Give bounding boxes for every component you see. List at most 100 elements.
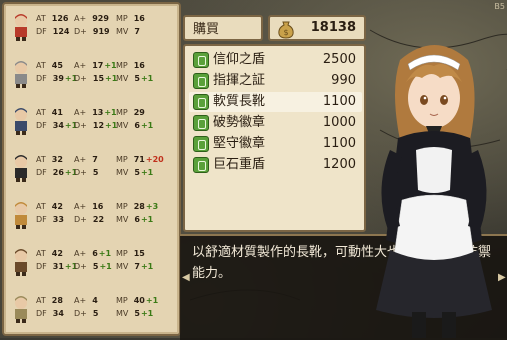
- stat-value: 5: [134, 168, 140, 177]
- stat-bonus: +3: [145, 202, 159, 211]
- stat-d: D+ 5+1: [74, 262, 112, 272]
- shop-item-row[interactable]: 指揮之証 990: [189, 71, 362, 91]
- stat-label: D+: [74, 309, 87, 318]
- stat-value: 5: [92, 309, 99, 318]
- stat-value: 919: [92, 27, 110, 36]
- roster-unit-row[interactable]: AT 32 A+ 7 MP 71+20 DF 26+1 D+ 5 MV 5+1: [4, 149, 179, 187]
- item-name: 軟質長靴: [213, 94, 266, 109]
- stat-d: D+ 919: [74, 27, 110, 37]
- stat-at: AT 42: [36, 249, 63, 259]
- stat-label: DF: [36, 215, 47, 224]
- party-roster-panel: AT 126 A+ 929 MP 16 DF 124 D+ 919 MV 7 AT 45 A+ 17+1 MP 1…: [2, 2, 181, 336]
- stat-mp: MP 71+20: [116, 155, 164, 165]
- stat-label: MP: [116, 202, 128, 211]
- item-price: 1100: [322, 94, 356, 109]
- stat-bonus: +1: [140, 309, 154, 318]
- stat-label: MV: [116, 262, 129, 271]
- item-price: 2500: [322, 52, 356, 67]
- shop-item-row[interactable]: 破勢徽章 1000: [189, 113, 362, 133]
- stat-label: MV: [116, 121, 129, 130]
- unit-sprite-icon: [15, 202, 27, 229]
- unit-sprite-icon: [15, 296, 27, 323]
- roster-unit-row[interactable]: AT 42 A+ 6+1 MP 15 DF 31+1 D+ 5+1 MV 7+1: [4, 243, 179, 281]
- unit-sprite-icon: [15, 14, 27, 41]
- shop-title: 購買: [183, 15, 263, 41]
- stat-value: 12: [92, 121, 105, 130]
- stat-value: 42: [51, 202, 63, 211]
- roster-unit-row[interactable]: AT 45 A+ 17+1 MP 16 DF 39+1 D+ 15+1 MV 5+1: [4, 55, 179, 93]
- stat-mv: MV 5+1: [116, 309, 153, 319]
- stat-label: MP: [116, 14, 128, 23]
- stat-label: MV: [116, 168, 129, 177]
- stat-a: A+ 4: [74, 296, 98, 306]
- roster-unit-row[interactable]: AT 28 A+ 4 MP 40+1 DF 34 D+ 5 MV 5+1: [4, 290, 179, 328]
- shop-item-row[interactable]: 巨石重盾 1200: [189, 155, 362, 175]
- stat-value: 28: [133, 202, 145, 211]
- stat-d: D+ 15+1: [74, 74, 117, 84]
- stat-d: D+ 5: [74, 168, 98, 178]
- roster-unit-row[interactable]: AT 42 A+ 16 MP 28+3 DF 33 D+ 22 MV 6+1: [4, 196, 179, 234]
- gold-amount: 18138: [310, 20, 356, 35]
- shopkeeper-maid-portrait: [376, 45, 492, 338]
- money-bag-icon: $: [278, 21, 294, 39]
- stat-label: AT: [36, 296, 46, 305]
- stat-value: 17: [92, 61, 104, 70]
- stat-value: 34: [52, 309, 64, 318]
- stat-label: MP: [116, 155, 128, 164]
- stat-value: 45: [51, 61, 63, 70]
- shop-item-row[interactable]: 堅守徽章 1100: [189, 134, 362, 154]
- emblem-icon: [193, 115, 209, 131]
- stat-value: 7: [92, 155, 98, 164]
- scroll-left-arrow-icon[interactable]: ◀: [182, 272, 190, 283]
- stat-value: 42: [51, 249, 63, 258]
- svg-text:$: $: [283, 28, 288, 37]
- unit-sprite-icon: [15, 61, 27, 88]
- shop-item-row[interactable]: 軟質長靴 1100: [189, 92, 362, 112]
- stat-value: 6: [134, 121, 140, 130]
- stat-label: AT: [36, 14, 46, 23]
- stat-mp: MP 16: [116, 14, 145, 24]
- gold-display: $ 18138: [268, 15, 366, 41]
- unit-sprite-icon: [15, 155, 27, 182]
- stat-at: AT 42: [36, 202, 63, 212]
- stat-label: DF: [36, 121, 47, 130]
- shop-item-row[interactable]: 信仰之盾 2500: [189, 50, 362, 70]
- stat-bonus: +1: [140, 168, 154, 177]
- stat-mv: MV 7: [116, 27, 140, 37]
- stat-label: MP: [116, 249, 128, 258]
- stat-df: DF 26+1: [36, 168, 77, 178]
- stat-value: 16: [133, 14, 145, 23]
- item-price: 1100: [322, 136, 356, 151]
- stat-value: 13: [92, 108, 104, 117]
- stat-value: 929: [92, 14, 109, 23]
- stat-value: 6: [134, 215, 140, 224]
- shield-icon: [193, 157, 209, 173]
- stat-value: 15: [133, 249, 145, 258]
- roster-unit-row[interactable]: AT 126 A+ 929 MP 16 DF 124 D+ 919 MV 7: [4, 8, 179, 46]
- stat-label: A+: [74, 108, 87, 117]
- stat-value: 34: [52, 121, 64, 130]
- stat-label: D+: [74, 262, 87, 271]
- stat-at: AT 126: [36, 14, 68, 24]
- stat-df: DF 33: [36, 215, 64, 225]
- stat-label: A+: [74, 296, 87, 305]
- stat-mp: MP 40+1: [116, 296, 158, 306]
- stat-value: 71: [133, 155, 145, 164]
- stat-label: DF: [36, 309, 47, 318]
- item-name: 巨石重盾: [213, 157, 266, 172]
- stat-value: 41: [51, 108, 63, 117]
- stat-label: AT: [36, 155, 46, 164]
- stat-value: 5: [134, 309, 140, 318]
- stat-value: 6: [92, 249, 98, 258]
- stat-label: D+: [74, 121, 87, 130]
- stat-value: 16: [133, 61, 145, 70]
- stat-mp: MP 15: [116, 249, 145, 259]
- stat-value: 5: [92, 262, 99, 271]
- stat-label: AT: [36, 61, 46, 70]
- stat-bonus: +1: [140, 215, 154, 224]
- stat-label: DF: [36, 27, 47, 36]
- stat-value: 16: [92, 202, 104, 211]
- roster-unit-row[interactable]: AT 41 A+ 13+1 MP 29 DF 34+1 D+ 12+1 MV 6+1: [4, 102, 179, 140]
- badge-icon: [193, 73, 209, 89]
- stat-d: D+ 22: [74, 215, 104, 225]
